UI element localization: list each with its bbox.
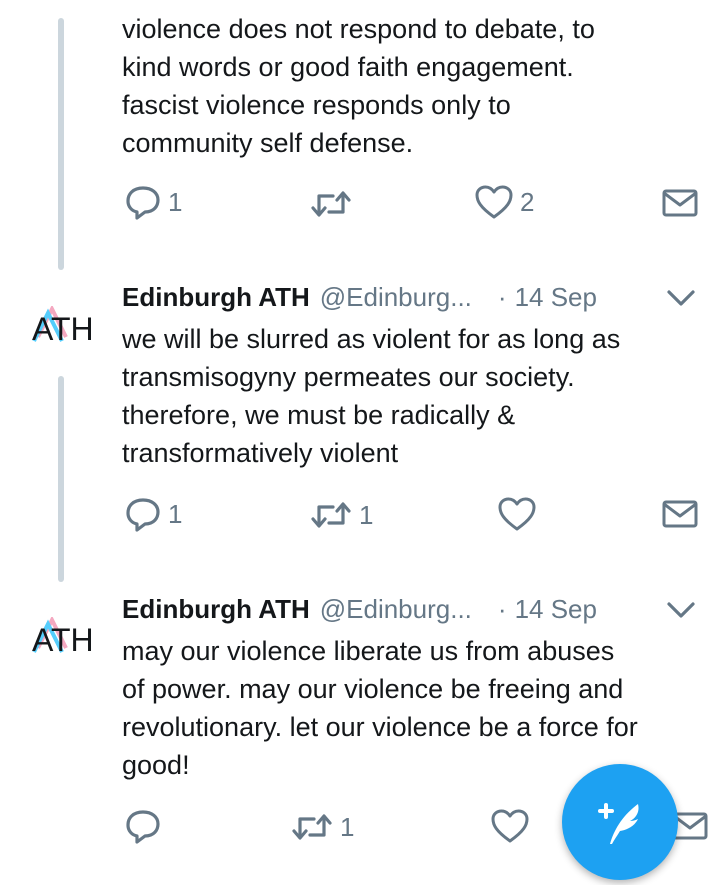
heart-icon <box>498 497 536 531</box>
like-button[interactable] <box>490 808 536 844</box>
svg-text:ATH: ATH <box>32 311 94 346</box>
thread-line <box>58 18 64 270</box>
reply-icon <box>126 186 160 220</box>
compose-tweet-button[interactable] <box>562 764 678 880</box>
like-count: 2 <box>520 186 535 217</box>
retweet-button[interactable] <box>309 188 359 220</box>
tweet-header: Edinburgh ATH @Edinburg... · 14 Sep <box>122 591 597 627</box>
user-handle[interactable]: @Edinburg... <box>320 282 472 313</box>
retweet-count: 1 <box>340 811 355 842</box>
reply-count: 1 <box>168 498 183 529</box>
avatar[interactable]: ATH <box>30 304 102 347</box>
avatar[interactable]: ATH <box>30 615 102 658</box>
timestamp[interactable]: 14 Sep <box>515 594 597 625</box>
display-name[interactable]: Edinburgh ATH <box>122 594 310 625</box>
separator-dot: · <box>497 281 507 312</box>
tweet-text: we will be slurred as violent for as lon… <box>122 324 621 468</box>
reply-button[interactable]: 1 <box>124 496 182 532</box>
heart-icon <box>475 185 513 219</box>
heart-icon <box>491 809 529 843</box>
avatar-logo: ATH <box>32 304 94 347</box>
timestamp[interactable]: 14 Sep <box>515 282 597 313</box>
reply-button[interactable]: 1 <box>124 184 182 220</box>
tweet-text: may our violence liberate us from abuses… <box>122 636 638 780</box>
chevron-down-icon[interactable] <box>666 598 696 622</box>
retweet-count: 1 <box>359 499 374 530</box>
separator-dot: · <box>497 593 507 624</box>
display-name[interactable]: Edinburgh ATH <box>122 282 310 313</box>
envelope-icon <box>662 189 698 217</box>
chevron-down-icon[interactable] <box>666 286 696 310</box>
svg-text:ATH: ATH <box>32 622 94 657</box>
avatar-logo: ATH <box>32 615 94 658</box>
reply-button[interactable] <box>124 808 168 844</box>
retweet-icon <box>292 814 332 840</box>
dm-button[interactable] <box>662 499 698 529</box>
reply-icon <box>126 498 160 532</box>
retweet-icon <box>311 191 351 217</box>
reply-icon <box>126 810 160 844</box>
retweet-button[interactable]: 1 <box>309 499 373 531</box>
like-button[interactable] <box>497 496 543 532</box>
thread-line <box>58 376 64 582</box>
tweet-header: Edinburgh ATH @Edinburg... · 14 Sep <box>122 279 597 315</box>
user-handle[interactable]: @Edinburg... <box>320 594 472 625</box>
dm-button[interactable] <box>662 188 698 218</box>
retweet-icon <box>311 502 351 528</box>
retweet-button[interactable]: 1 <box>290 811 354 843</box>
tweet-text: violence does not respond to debate, to … <box>122 14 595 158</box>
compose-tweet-icon <box>598 803 639 844</box>
like-button[interactable]: 2 <box>474 184 534 220</box>
reply-count: 1 <box>168 186 183 217</box>
envelope-icon <box>662 500 698 528</box>
